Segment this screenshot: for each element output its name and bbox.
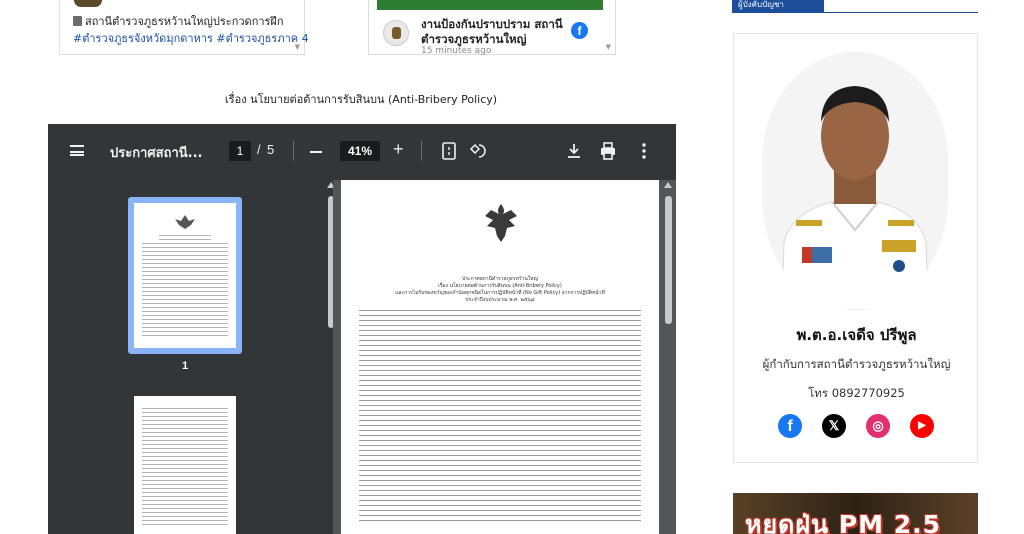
- print-icon[interactable]: [598, 141, 618, 161]
- facebook-post-card[interactable]: สถานีตำรวจภูธรหว้านใหญ่ประกวดการฝึก #ตำร…: [59, 0, 309, 55]
- post-hashtags[interactable]: #ตำรวจภูธรจังหวัดมุกดาหาร #ตำรวจภูธรภาค …: [73, 29, 309, 47]
- commander-name: พ.ต.อ.เจดีจ ปรีพูล: [796, 326, 917, 344]
- page-thumbnail[interactable]: [134, 203, 236, 348]
- instagram-icon[interactable]: ◎: [866, 414, 890, 438]
- facebook-icon[interactable]: f: [571, 22, 588, 39]
- section-tab: ผู้บังคับบัญชา: [732, 0, 824, 12]
- toolbar-divider: [421, 141, 422, 161]
- building-icon: [73, 16, 82, 26]
- pdf-title: ประกาศสถานี...: [110, 146, 203, 161]
- post-text-value: สถานีตำรวจภูธรหว้านใหญ่ประกวดการฝึก: [85, 15, 284, 28]
- section-divider: [732, 12, 978, 13]
- document-scrollbar[interactable]: [665, 196, 672, 324]
- scroll-down-icon[interactable]: ▼: [295, 43, 300, 51]
- page: สถานีตำรวจภูธรหว้านใหญ่ประกวดการฝึก #ตำร…: [0, 0, 1024, 534]
- doc-heading-line: และการไม่รับของขวัญของกำนัลทุกชนิดในการป…: [395, 290, 605, 296]
- document-view[interactable]: ประกาศสถานีตำรวจภูธรหว้านใหญ่ เรื่อง นโย…: [333, 180, 676, 534]
- page-thumbnail[interactable]: [134, 396, 236, 534]
- x-twitter-icon[interactable]: 𝕏: [822, 414, 846, 438]
- facebook-icon[interactable]: f: [778, 414, 802, 438]
- post-text: สถานีตำรวจภูธรหว้านใหญ่ประกวดการฝึก: [73, 12, 284, 30]
- zoom-in-button[interactable]: +: [393, 139, 404, 160]
- youtube-icon[interactable]: ▶: [910, 414, 934, 438]
- page-logo[interactable]: [383, 20, 409, 46]
- facebook-page-card[interactable]: งานป้องกันปราบปราม สถานีตำรวจภูธรหว้านให…: [368, 0, 616, 56]
- thumbnail-sidebar: 1: [48, 180, 333, 534]
- pdf-viewer[interactable]: ประกาศสถานี... 1 / 5 41% + 1 ประกาศสถานี…: [48, 124, 676, 534]
- page-name[interactable]: งานป้องกันปราบปราม สถานีตำรวจภูธรหว้านให…: [421, 17, 571, 47]
- pm25-campaign-banner[interactable]: หยุดฝุ่น PM 2.5: [733, 493, 978, 534]
- more-options-icon[interactable]: [634, 141, 654, 161]
- emblem-icon: [175, 215, 195, 229]
- doc-heading-line: ประจำปีงบประมาณ พ.ศ. ๒๕๖๘: [465, 297, 535, 303]
- garuda-emblem-icon: [485, 204, 517, 242]
- page-number-input[interactable]: 1: [229, 141, 251, 161]
- zoom-level-input[interactable]: 41%: [340, 141, 380, 161]
- doc-heading-line: ประกาศสถานีตำรวจภูธรหว้านใหญ่: [462, 276, 538, 282]
- thumbnail-page-number: 1: [181, 360, 189, 372]
- page-separator: /: [257, 142, 261, 157]
- commander-photo: [762, 52, 948, 310]
- pdf-toolbar: ประกาศสถานี... 1 / 5 41% +: [48, 124, 676, 180]
- document-caption: เรื่อง นโยบายต่อต้านการรับสินบน (Anti-Br…: [224, 93, 498, 106]
- scroll-down-icon[interactable]: ▼: [606, 43, 611, 51]
- scroll-up-icon[interactable]: [664, 182, 672, 188]
- doc-heading-line: เรื่อง นโยบายต่อต้านการรับสินบน (Anti-Br…: [438, 283, 562, 289]
- commander-profile-card: พ.ต.อ.เจดีจ ปรีพูล ผู้กำกับการสถานีตำรวจ…: [733, 33, 978, 463]
- document-page: ประกาศสถานีตำรวจภูธรหว้านใหญ่ เรื่อง นโย…: [341, 180, 659, 534]
- rotate-icon[interactable]: [469, 141, 489, 161]
- toolbar-divider: [293, 141, 294, 161]
- post-time: 15 minutes ago: [421, 46, 492, 56]
- commander-role: ผู้กำกับการสถานีตำรวจภูธรหว้านใหญ่: [762, 357, 951, 371]
- zoom-out-button[interactable]: [310, 151, 322, 153]
- menu-icon[interactable]: [70, 145, 84, 156]
- total-pages: 5: [267, 142, 275, 157]
- fit-page-icon[interactable]: [439, 141, 459, 161]
- page-cover-image: [377, 0, 603, 10]
- commander-phone[interactable]: โทร 0892770925: [734, 385, 979, 403]
- download-icon[interactable]: [564, 141, 584, 161]
- banner-text: หยุดฝุ่น PM 2.5: [745, 510, 941, 534]
- social-links: f 𝕏 ◎ ▶: [778, 414, 938, 438]
- post-image: [74, 0, 102, 7]
